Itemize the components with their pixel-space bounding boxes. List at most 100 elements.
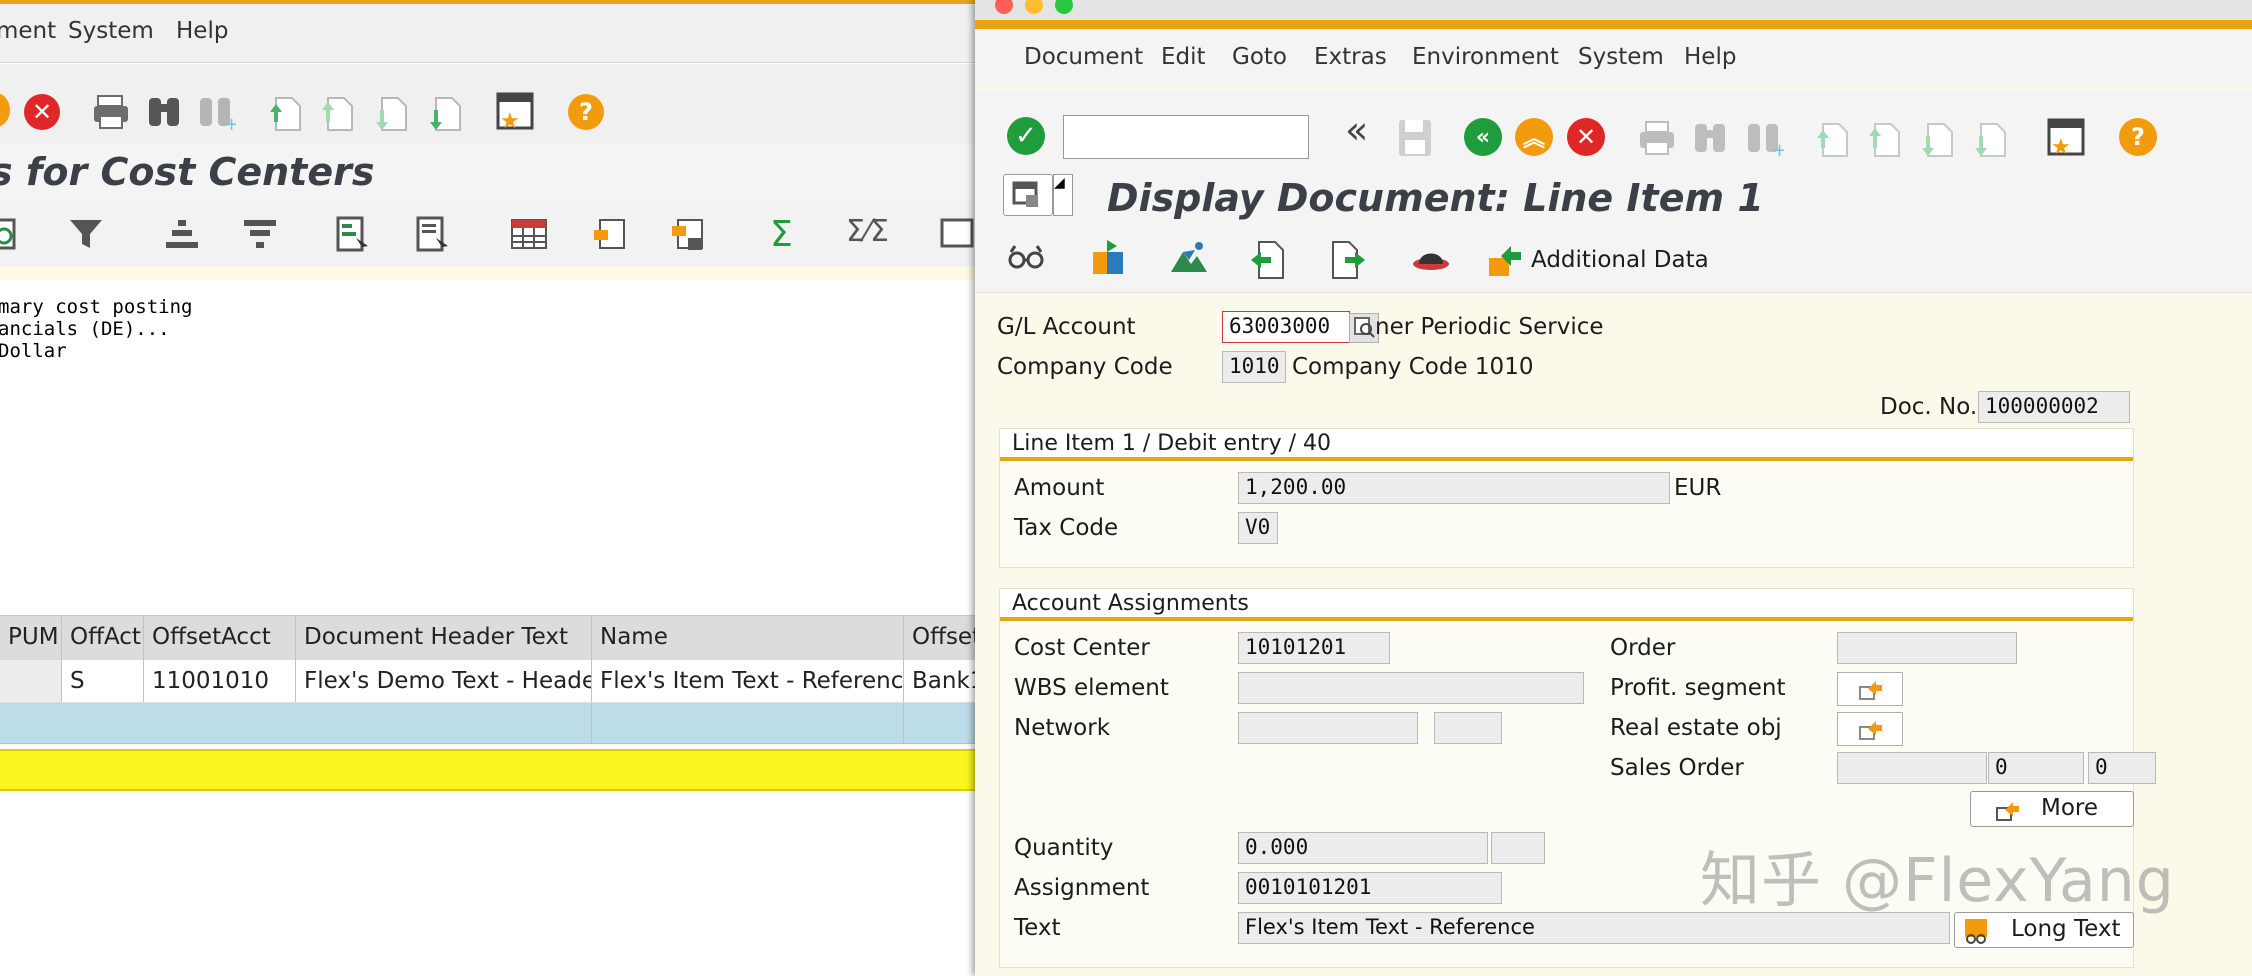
save-icon[interactable] [1395,118,1435,158]
command-history-icon[interactable]: « [1345,108,1368,152]
more-button[interactable]: More [1970,791,2134,827]
menu-system[interactable]: System [68,18,154,44]
create-session-icon[interactable]: ★ [2045,116,2089,160]
help-icon[interactable]: ? [2119,118,2157,156]
print-preview-icon[interactable] [938,218,975,252]
sort-ascending-icon[interactable] [164,216,200,252]
hat-icon[interactable] [1409,238,1453,278]
order-field[interactable] [1837,632,2017,664]
orange-circle-icon[interactable] [0,93,10,127]
command-field[interactable] [1063,115,1309,159]
dropdown-arrow-icon[interactable]: ◢ [1053,174,1073,216]
display-change-icon[interactable] [1007,238,1047,278]
next-page-icon[interactable] [1918,116,1958,160]
grand-total-row[interactable] [0,749,975,791]
application-toolbar: Additional Data [975,226,2252,293]
table-row[interactable]: S 11001010 Flex's Demo Text - Heade Flex… [0,660,975,703]
previous-page-icon[interactable] [1865,116,1905,160]
amount-label: Amount [1014,475,1105,501]
create-session-icon[interactable]: ★ [494,90,538,134]
wbs-element-field[interactable] [1238,672,1584,704]
previous-item-icon[interactable] [1247,238,1287,280]
local-file-icon[interactable] [670,216,708,254]
other-document-icon[interactable] [1089,238,1129,278]
network-field[interactable] [1238,712,1418,744]
last-page-icon[interactable] [426,90,466,134]
cancel-icon[interactable]: ✕ [24,94,60,130]
sort-descending-icon[interactable] [242,216,278,252]
help-icon[interactable]: ? [568,94,604,130]
sum-icon[interactable]: Σ [770,214,793,255]
column-header-pum[interactable]: PUM [0,616,62,660]
account-assignments-group-title: Account Assignments [1000,589,2133,621]
filter-icon[interactable] [68,216,104,252]
next-page-icon[interactable] [372,90,412,134]
subtotal-icon[interactable]: Σ⁄Σ [846,214,889,249]
sales-order-item-field[interactable]: 0 [1988,752,2084,784]
sales-order-field[interactable] [1837,752,1987,784]
sales-order-schedule-field[interactable]: 0 [2088,752,2156,784]
detail-icon[interactable] [0,216,20,252]
column-header-name[interactable]: Name [592,616,904,660]
network-activity-field[interactable] [1434,712,1502,744]
cancel-icon[interactable]: ✕ [1567,118,1605,156]
profit-segment-button[interactable] [1837,672,1903,706]
find-next-icon[interactable]: + [1744,118,1784,158]
menu-environment[interactable]: Environment [1412,44,1559,70]
next-item-icon[interactable] [1329,238,1369,280]
previous-page-icon[interactable] [318,90,358,134]
assignment-field[interactable]: 0010101201 [1238,872,1502,904]
change-layout-icon[interactable] [414,216,452,254]
gl-account-field[interactable]: 63003000 [1222,311,1350,343]
check-icon[interactable]: ✓ [1007,117,1045,155]
export-icon[interactable] [592,216,630,254]
print-icon[interactable] [92,92,132,132]
cost-center-field[interactable]: 10101201 [1238,632,1390,664]
order-label: Order [1610,635,1676,661]
quantity-unit-field[interactable] [1491,832,1545,864]
info-line-1: mary cost posting [0,296,193,318]
svg-text:+: + [224,114,236,132]
find-icon[interactable] [1691,118,1731,158]
real-estate-button[interactable] [1837,712,1903,746]
network-label: Network [1014,715,1111,741]
menu-document[interactable]: Document [1024,44,1143,70]
menu-goto[interactable]: Goto [1232,44,1287,70]
minimize-window-button[interactable] [1025,0,1043,14]
column-header-offsetacct[interactable]: OffsetAcct [144,616,296,660]
menu-extras[interactable]: Extras [1314,44,1387,70]
column-header-offact[interactable]: OffAct [62,616,144,660]
cell-name: Flex's Item Text - Reference [592,660,904,702]
last-page-icon[interactable] [1971,116,2011,160]
menu-document[interactable]: ment [0,18,56,44]
doc-no-field[interactable]: 100000002 [1978,391,2130,423]
menu-system[interactable]: System [1578,44,1664,70]
company-code-field[interactable]: 1010 [1222,351,1286,383]
tax-code-field[interactable]: V0 [1238,512,1278,544]
column-header-offset[interactable]: Offset [904,616,975,660]
total-row[interactable] [0,703,975,744]
column-header-document-header-text[interactable]: Document Header Text [296,616,592,660]
layout-icon[interactable] [334,216,372,254]
amount-field[interactable]: 1,200.00 [1238,472,1670,504]
menu-edit[interactable]: Edit [1161,44,1206,70]
document-overview-icon[interactable] [1169,238,1209,278]
exit-icon[interactable]: ︽ [1515,118,1553,156]
menu-help[interactable]: Help [1684,44,1736,70]
additional-data-icon [1489,246,1521,276]
info-line-3: Dollar [0,340,67,362]
find-next-icon[interactable]: + [196,92,236,132]
find-icon[interactable] [145,92,185,132]
quantity-field[interactable]: 0.000 [1238,832,1488,864]
first-page-icon[interactable] [1813,116,1853,160]
text-label: Text [1014,915,1061,941]
first-page-icon[interactable] [266,90,306,134]
total-cell [0,703,592,743]
close-window-button[interactable] [995,0,1013,14]
menu-help[interactable]: Help [176,18,228,44]
back-icon[interactable]: « [1464,118,1502,156]
menu-dropdown-button[interactable] [1003,174,1053,216]
spreadsheet-icon[interactable] [510,218,550,252]
maximize-window-button[interactable] [1055,0,1073,14]
print-icon[interactable] [1638,118,1678,158]
